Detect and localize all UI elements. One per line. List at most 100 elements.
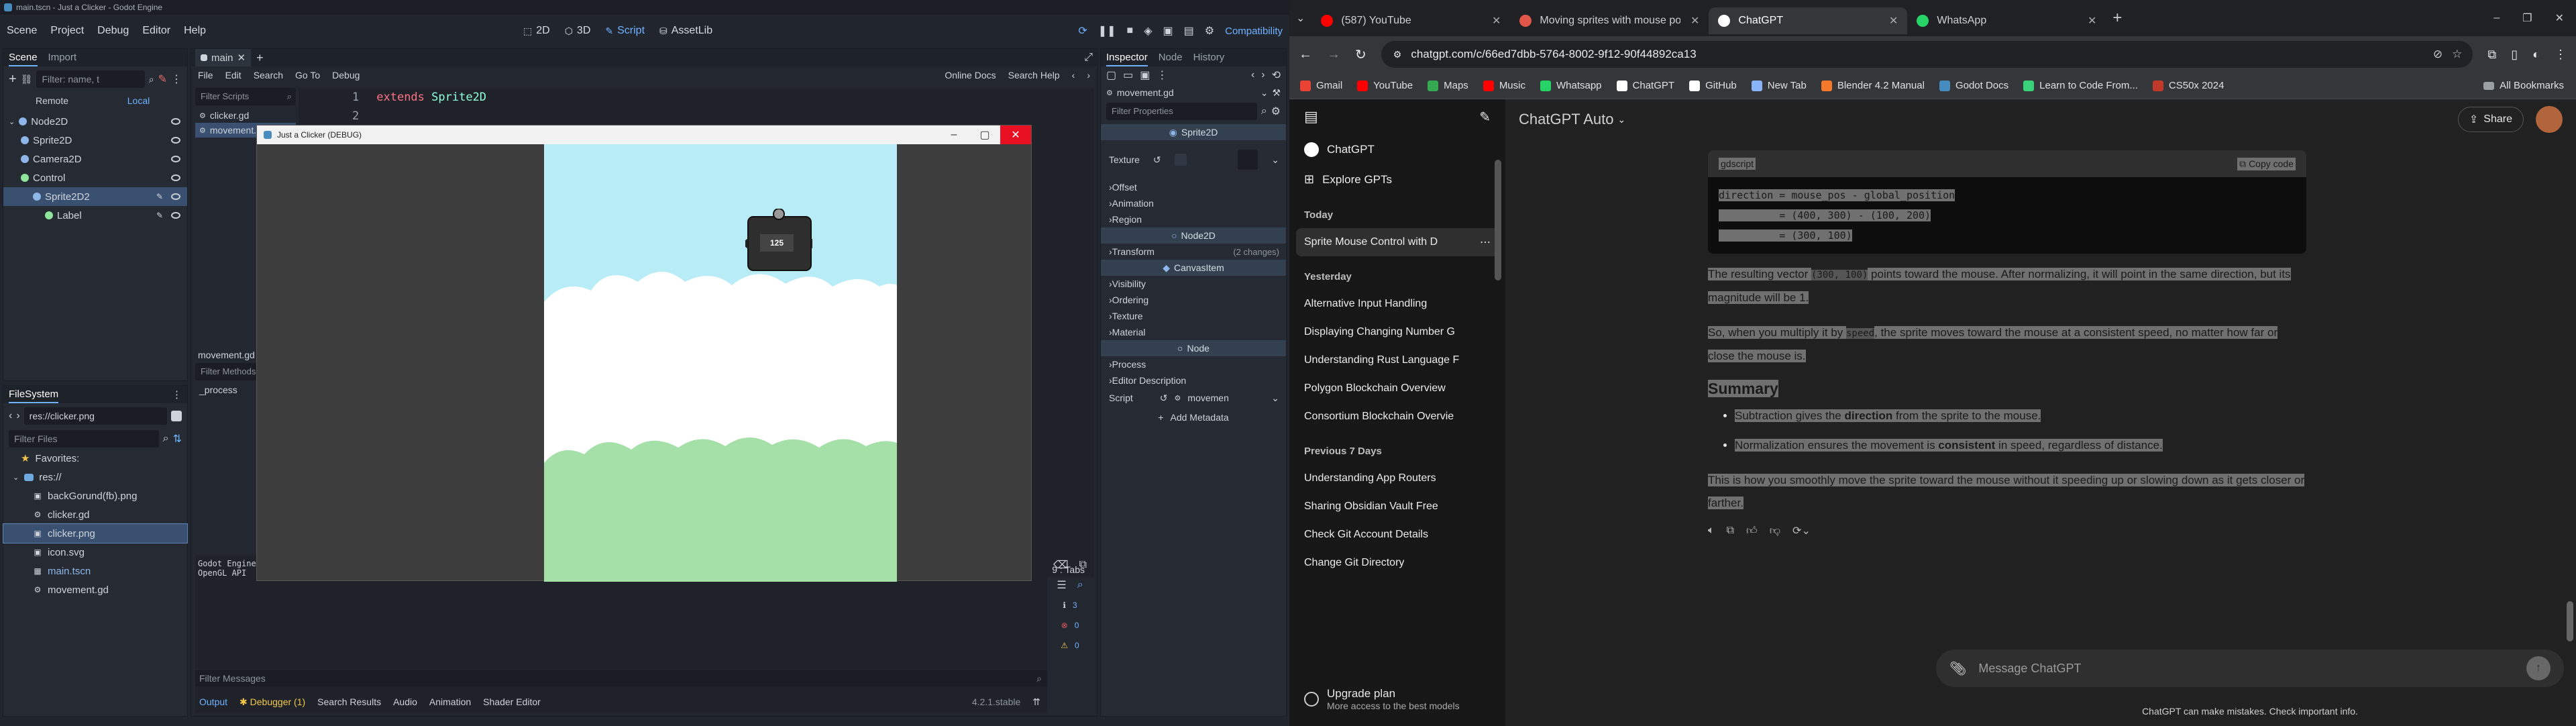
eye-off-icon[interactable]: ⊘: [2433, 48, 2443, 61]
chevron-down-icon[interactable]: ⌄: [9, 117, 15, 126]
save-icon[interactable]: ▣: [1140, 68, 1150, 82]
prev-icon[interactable]: ‹: [1072, 70, 1075, 81]
section-process[interactable]: › Process: [1101, 356, 1286, 372]
inspector-object-row[interactable]: ⚙ movement.gd ⌄ ⚒: [1101, 84, 1286, 101]
filter-scripts-input[interactable]: Filter Scripts ⌕: [195, 88, 296, 105]
section-offset[interactable]: › Offset: [1101, 179, 1286, 195]
send-button[interactable]: ↑: [2526, 656, 2551, 680]
bookmark-item[interactable]: Blender 4.2 Manual: [1821, 80, 1925, 91]
browser-tab[interactable]: WhatsApp ✕: [1907, 7, 2106, 34]
link-icon[interactable]: ⛓: [21, 74, 33, 85]
revert-icon[interactable]: ↺: [1160, 393, 1168, 404]
visibility-eye-icon[interactable]: [171, 193, 180, 200]
menu-help[interactable]: Help: [184, 25, 206, 37]
tab-shader-editor[interactable]: Shader Editor: [483, 696, 541, 707]
search-help-link[interactable]: Search Help: [1008, 70, 1060, 81]
copy-code-button[interactable]: ⧉ Copy code: [2237, 157, 2296, 170]
workspace-2d[interactable]: ⬚ 2D: [523, 25, 550, 37]
visibility-eye-icon[interactable]: [171, 118, 180, 125]
scene-node-camera2d[interactable]: Camera2D: [3, 150, 187, 168]
history-item[interactable]: Consortium Blockchain Overvie: [1289, 403, 1505, 431]
local-button[interactable]: Local: [95, 95, 182, 106]
copy-icon[interactable]: ⧉: [1727, 525, 1734, 537]
bookmark-item[interactable]: Learn to Code From...: [2023, 80, 2138, 91]
model-selector[interactable]: ChatGPT Auto: [1519, 111, 1613, 128]
revert-icon[interactable]: ↺: [1153, 154, 1161, 166]
stop-icon[interactable]: ■: [1127, 25, 1134, 37]
file-filter-input[interactable]: Filter Files: [9, 430, 159, 448]
section-transform[interactable]: › Transform (2 changes): [1101, 244, 1286, 260]
script-attached-icon[interactable]: ✎: [156, 211, 163, 220]
section-ordering[interactable]: › Ordering: [1101, 292, 1286, 308]
settings-icon[interactable]: ⚙: [1271, 105, 1281, 118]
minimize-icon[interactable]: –: [2493, 12, 2500, 24]
thumbs-down-icon[interactable]: 👎︎: [1770, 525, 1780, 537]
script-menu-debug[interactable]: Debug: [332, 70, 360, 81]
history-item[interactable]: Sharing Obsidian Vault Free: [1289, 492, 1505, 521]
workspace-script[interactable]: ✎ Script: [605, 25, 645, 37]
search-icon[interactable]: ⌕: [1077, 579, 1083, 591]
scene-node-sprite2d2[interactable]: Sprite2D2 ✎: [3, 187, 187, 206]
new-resource-icon[interactable]: ▢: [1106, 68, 1116, 82]
tab-inspector[interactable]: Inspector: [1106, 49, 1148, 66]
forward-icon[interactable]: →: [1327, 47, 1340, 62]
profile-icon[interactable]: ◐: [2532, 48, 2540, 62]
warning-icon[interactable]: ⚠: [1061, 641, 1068, 650]
tab-audio[interactable]: Audio: [393, 696, 417, 707]
extensions-icon[interactable]: ⧉: [2487, 48, 2496, 62]
history-item[interactable]: Alternative Input Handling: [1289, 290, 1505, 318]
script-value[interactable]: movemen: [1187, 393, 1228, 403]
favorites-item[interactable]: ★ Favorites:: [3, 449, 187, 468]
workspace-assetlib[interactable]: ⛁ AssetLib: [659, 25, 712, 37]
close-tab-icon[interactable]: ✕: [1690, 14, 1699, 28]
nav-chatgpt[interactable]: ChatGPT: [1289, 134, 1505, 164]
menu-editor[interactable]: Editor: [142, 25, 170, 37]
close-tab-icon[interactable]: ✕: [1492, 14, 1501, 28]
attach-icon[interactable]: 📎︎: [1949, 660, 1966, 677]
copy-icon[interactable]: ⧉: [1079, 559, 1087, 571]
tab-node[interactable]: Node: [1159, 49, 1183, 66]
sidebar-scrollbar[interactable]: [1495, 160, 1501, 280]
tab-animation[interactable]: Animation: [429, 696, 471, 707]
upgrade-plan-button[interactable]: Upgrade plan More access to the best mod…: [1289, 680, 1505, 718]
history-item[interactable]: Check Git Account Details: [1289, 521, 1505, 549]
section-visibility[interactable]: › Visibility: [1101, 276, 1286, 292]
clicker-sprite[interactable]: 125: [745, 209, 812, 272]
error-icon[interactable]: ⊗: [1061, 621, 1068, 630]
online-docs-link[interactable]: Online Docs: [945, 70, 996, 81]
history-item[interactable]: Displaying Changing Number G: [1289, 318, 1505, 346]
fullscreen-icon[interactable]: ⤢: [1084, 52, 1093, 64]
tab-main[interactable]: main ✕: [195, 49, 252, 66]
nav-explore-gpts[interactable]: ⊞ Explore GPTs: [1289, 164, 1505, 195]
tab-search-results[interactable]: Search Results: [317, 696, 381, 707]
texture-preview[interactable]: [1174, 154, 1187, 166]
close-icon[interactable]: ✕: [2555, 11, 2564, 25]
scene-node-sprite2d[interactable]: Sprite2D: [3, 131, 187, 150]
script-menu-edit[interactable]: Edit: [225, 70, 241, 81]
new-tab-icon[interactable]: +: [2112, 9, 2122, 28]
more-icon[interactable]: ⋮: [171, 72, 182, 86]
scene-node-node2d[interactable]: ⌄ Node2D: [3, 112, 187, 131]
menu-project[interactable]: Project: [50, 25, 84, 37]
bookmark-item[interactable]: CS50x 2024: [2152, 80, 2224, 91]
visibility-eye-icon[interactable]: [171, 137, 180, 144]
visibility-eye-icon[interactable]: [171, 174, 180, 181]
restore-icon[interactable]: ❐: [2522, 11, 2532, 25]
avatar[interactable]: [2536, 106, 2563, 133]
regenerate-icon[interactable]: ⟳⌄: [1792, 524, 1811, 537]
menu-scene[interactable]: Scene: [7, 25, 37, 37]
split-mode-icon[interactable]: [171, 411, 182, 421]
sidebar-icon[interactable]: ▯: [2511, 48, 2518, 62]
workspace-3d[interactable]: ⬡ 3D: [565, 25, 591, 37]
back-icon[interactable]: ←: [1299, 47, 1312, 62]
remote-debug-icon[interactable]: ◈: [1144, 24, 1152, 38]
script-menu-file[interactable]: File: [198, 70, 213, 81]
all-bookmarks-button[interactable]: All Bookmarks: [2483, 80, 2564, 91]
bookmark-item[interactable]: Godot Docs: [1939, 80, 2008, 91]
file-item[interactable]: ▦ main.tscn: [3, 562, 187, 580]
more-icon[interactable]: ⋮: [172, 388, 182, 401]
tools-icon[interactable]: ⚒: [1272, 87, 1281, 99]
url-field[interactable]: ⚙ chatgpt.com/c/66ed7dbb-5764-8002-9f12-…: [1381, 41, 2473, 68]
more-options-icon[interactable]: ⋯: [1480, 236, 1491, 249]
section-editor-description[interactable]: › Editor Description: [1101, 372, 1286, 388]
